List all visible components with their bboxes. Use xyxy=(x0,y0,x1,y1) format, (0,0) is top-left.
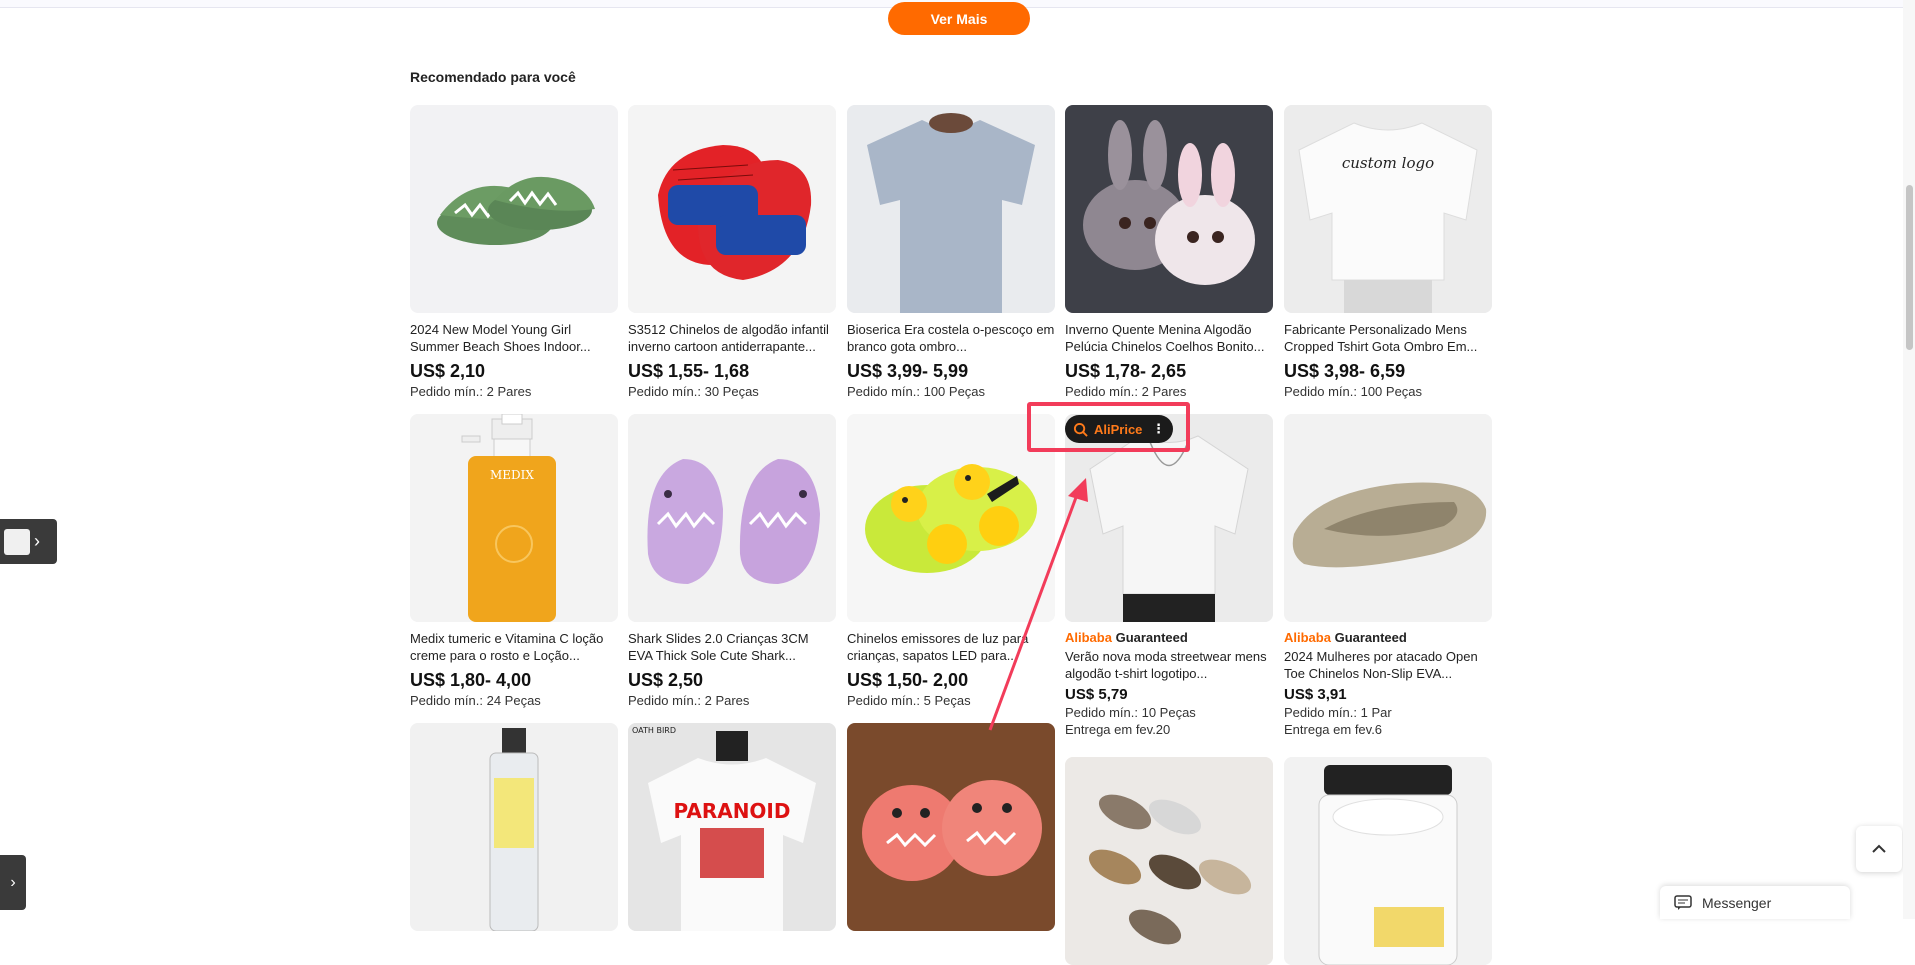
product-thumbnail xyxy=(4,528,30,555)
product-image-red-dino-slippers[interactable] xyxy=(847,723,1055,931)
product-title[interactable]: 2024 Mulheres por atacado Open Toe Chine… xyxy=(1284,648,1492,682)
alibaba-guaranteed-badge: Alibaba Guaranteed xyxy=(1065,630,1188,645)
product-card[interactable]: Shark Slides 2.0 Crianças 3CM EVA Thick … xyxy=(628,414,836,708)
product-image-cream-jar[interactable] xyxy=(1284,757,1492,965)
product-card[interactable] xyxy=(1284,757,1492,965)
side-expand-button[interactable]: › xyxy=(0,855,26,910)
product-card[interactable]: OATH BIRD PARANOID xyxy=(628,723,836,931)
product-title[interactable]: Chinelos emissores de luz para crianças,… xyxy=(847,630,1055,664)
product-moq: Pedido mín.: 100 Peças xyxy=(847,384,986,399)
product-card[interactable]: Inverno Quente Menina Algodão Pelúcia Ch… xyxy=(1065,105,1273,399)
product-price: US$ 1,55- 1,68 xyxy=(628,361,750,381)
product-card[interactable]: Chinelos emissores de luz para crianças,… xyxy=(847,414,1055,708)
product-moq: Pedido mín.: 2 Pares xyxy=(410,384,532,399)
product-price: US$ 3,99- 5,99 xyxy=(847,361,969,381)
product-price: US$ 3,91 xyxy=(1284,686,1347,703)
product-image-purple-shark-slides[interactable] xyxy=(628,414,836,622)
product-moq: Pedido mín.: 2 Pares xyxy=(628,693,750,708)
messenger-label: Messenger xyxy=(1702,894,1772,911)
svg-text:PARANOID: PARANOID xyxy=(674,799,791,823)
chevron-right-icon: › xyxy=(34,531,40,551)
product-price: US$ 1,50- 2,00 xyxy=(847,670,969,690)
chevron-up-icon xyxy=(1870,840,1888,858)
alibaba-guaranteed-badge: Alibaba Guaranteed xyxy=(1284,630,1407,645)
product-card[interactable]: Bioserica Era costela o-pescoço em branc… xyxy=(847,105,1055,399)
product-title[interactable]: Shark Slides 2.0 Crianças 3CM EVA Thick … xyxy=(628,630,836,664)
section-title: Recomendado para você xyxy=(410,69,576,85)
product-price: US$ 2,50 xyxy=(628,670,704,690)
scrollbar[interactable] xyxy=(1903,0,1915,919)
product-title[interactable]: 2024 New Model Young Girl Summer Beach S… xyxy=(410,321,618,355)
product-title[interactable]: Medix tumeric e Vitamina C loção creme p… xyxy=(410,630,618,664)
chevron-right-icon: › xyxy=(10,873,16,891)
product-image-white-cropped-tshirt[interactable]: custom logo xyxy=(1284,105,1492,313)
product-moq: Pedido mín.: 100 Peças xyxy=(1284,384,1423,399)
product-image-beige-slide[interactable] xyxy=(1284,414,1492,622)
product-card[interactable]: S3512 Chinelos de algodão infantil inver… xyxy=(628,105,836,399)
scrollbar-thumb[interactable] xyxy=(1906,185,1913,350)
product-image-blue-tshirt[interactable] xyxy=(847,105,1055,313)
aliprice-button[interactable]: AliPrice ⋮ xyxy=(1065,415,1173,443)
product-moq: Pedido mín.: 24 Peças xyxy=(410,693,541,708)
product-title[interactable]: Verão nova moda streetwear mens algodão … xyxy=(1065,648,1273,682)
product-price: US$ 2,10 xyxy=(410,361,486,381)
product-delivery: Entrega em fev.6 xyxy=(1284,722,1383,737)
product-image-spiderman-slippers[interactable] xyxy=(628,105,836,313)
product-image-paranoid-tshirt[interactable]: OATH BIRD PARANOID xyxy=(628,723,836,931)
product-card[interactable]: 2024 New Model Young Girl Summer Beach S… xyxy=(410,105,618,399)
product-title[interactable]: Bioserica Era costela o-pescoço em branc… xyxy=(847,321,1055,355)
product-card[interactable] xyxy=(1065,757,1273,965)
side-panel-toggle[interactable]: › xyxy=(0,519,57,564)
product-image-serum-bottle[interactable] xyxy=(410,723,618,931)
product-moq: Pedido mín.: 2 Pares xyxy=(1065,384,1187,399)
product-card[interactable]: custom logo Fabricante Personalizado Men… xyxy=(1284,105,1492,399)
product-title[interactable]: Inverno Quente Menina Algodão Pelúcia Ch… xyxy=(1065,321,1273,355)
product-card[interactable]: MEDIX Medix tumeric e Vitamina C loção c… xyxy=(410,414,618,708)
product-price: US$ 1,80- 4,00 xyxy=(410,670,532,690)
svg-text:OATH BIRD: OATH BIRD xyxy=(632,726,676,735)
product-image-bunny-slippers[interactable] xyxy=(1065,105,1273,313)
product-image-kids-loafers[interactable] xyxy=(1065,757,1273,965)
product-price: US$ 3,98- 6,59 xyxy=(1284,361,1406,381)
more-options-icon[interactable]: ⋮ xyxy=(1152,421,1165,437)
product-title[interactable]: S3512 Chinelos de algodão infantil inver… xyxy=(628,321,836,355)
back-to-top-button[interactable] xyxy=(1856,826,1902,872)
product-moq: Pedido mín.: 10 Peças xyxy=(1065,705,1196,720)
product-moq: Pedido mín.: 30 Peças xyxy=(628,384,759,399)
product-card[interactable]: Alibaba Guaranteed 2024 Mulheres por ata… xyxy=(1284,414,1492,737)
search-icon xyxy=(1073,422,1088,437)
product-image-medix-lotion[interactable]: MEDIX xyxy=(410,414,618,622)
product-card[interactable] xyxy=(847,723,1055,931)
product-price: US$ 1,78- 2,65 xyxy=(1065,361,1187,381)
product-image-shark-slippers[interactable] xyxy=(410,105,618,313)
chat-icon xyxy=(1674,894,1692,911)
product-card[interactable] xyxy=(410,723,618,931)
messenger-button[interactable]: Messenger xyxy=(1660,886,1850,919)
product-image-led-duck-slippers[interactable] xyxy=(847,414,1055,622)
product-price: US$ 5,79 xyxy=(1065,686,1128,703)
product-moq: Pedido mín.: 5 Peças xyxy=(847,693,971,708)
ver-mais-button[interactable]: Ver Mais xyxy=(888,2,1030,35)
product-card[interactable]: Alibaba Guaranteed Verão nova moda stree… xyxy=(1065,414,1273,737)
product-moq: Pedido mín.: 1 Par xyxy=(1284,705,1392,720)
product-delivery: Entrega em fev.20 xyxy=(1065,722,1171,737)
svg-text:MEDIX: MEDIX xyxy=(490,468,534,482)
product-title[interactable]: Fabricante Personalizado Mens Cropped Ts… xyxy=(1284,321,1492,355)
svg-text:custom logo: custom logo xyxy=(1342,154,1434,172)
aliprice-label: AliPrice xyxy=(1094,421,1143,437)
